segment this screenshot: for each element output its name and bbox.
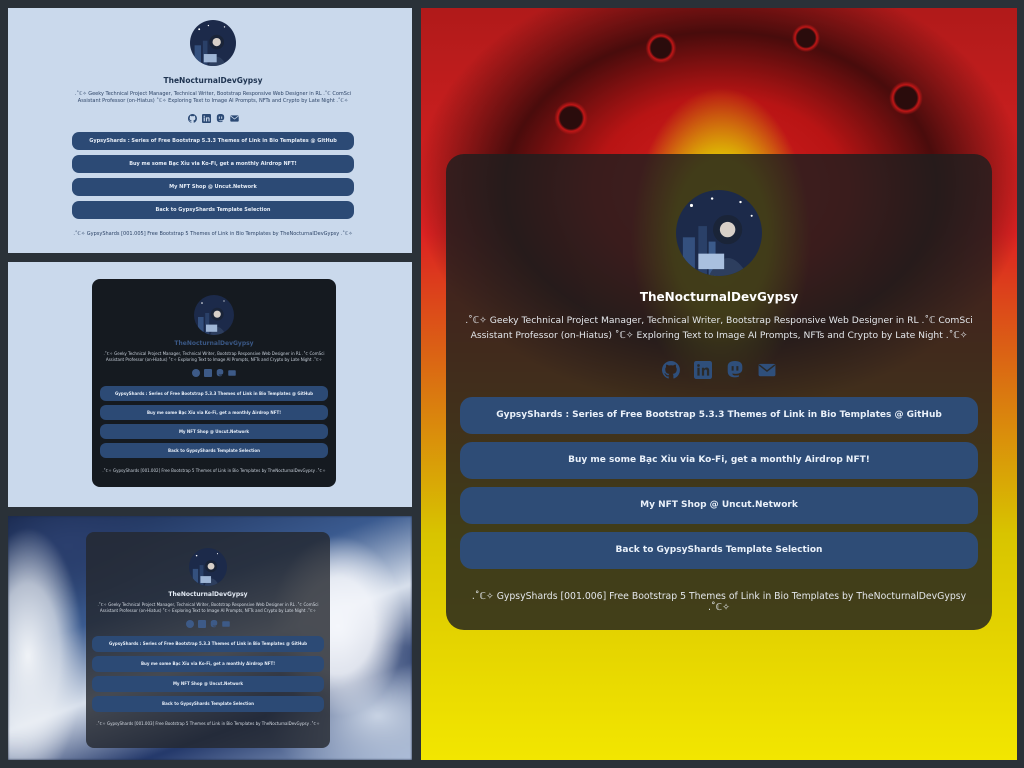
github-icon[interactable] <box>192 368 200 377</box>
profile-name: TheNocturnalDevGypsy <box>174 340 254 347</box>
nft-shop-button[interactable]: My NFT Shop @ Uncut.Network <box>460 487 978 525</box>
linkedin-icon[interactable] <box>198 619 206 628</box>
back-to-templates-button[interactable]: Back to GypsyShards Template Selection <box>460 532 978 570</box>
profile-bio: .˚ℂ✧ Geeky Technical Project Manager, Te… <box>74 91 352 105</box>
mastodon-icon[interactable] <box>216 113 225 123</box>
email-icon[interactable] <box>229 114 239 123</box>
avatar <box>189 548 227 586</box>
profile-card: TheNocturnalDevGypsy .˚ℂ✧ Geeky Technica… <box>446 154 992 630</box>
profile-bio: .˚ℂ✧ Geeky Technical Project Manager, Te… <box>465 315 973 341</box>
profile-name: TheNocturnalDevGypsy <box>168 591 248 598</box>
back-to-templates-button[interactable]: Back to GypsyShards Template Selection <box>92 695 324 712</box>
mastodon-icon[interactable] <box>216 368 224 377</box>
footer-text: .˚ℂ✧ GypsyShards [001.002] Free Bootstra… <box>102 467 326 473</box>
profile-bio: .˚ℂ✧ Geeky Technical Project Manager, Te… <box>103 351 325 362</box>
social-links <box>68 113 358 123</box>
back-to-templates-button[interactable]: Back to GypsyShards Template Selection <box>72 200 354 219</box>
email-icon[interactable] <box>758 361 776 379</box>
mastodon-icon[interactable] <box>210 619 218 628</box>
profile-card: TheNocturnalDevGypsy .˚ℂ✧ Geeky Technica… <box>68 20 358 237</box>
preview-wave-theme: TheNocturnalDevGypsy .˚ℂ✧ Geeky Technica… <box>8 516 412 760</box>
email-icon[interactable] <box>228 369 236 377</box>
profile-card: TheNocturnalDevGypsy .˚ℂ✧ Geeky Technica… <box>92 279 336 487</box>
github-templates-button[interactable]: GypsyShards : Series of Free Bootstrap 5… <box>92 635 324 652</box>
nft-shop-button[interactable]: My NFT Shop @ Uncut.Network <box>100 423 328 439</box>
kofi-button[interactable]: Buy me some Bạc Xỉu via Ko-Fi, get a mon… <box>100 404 328 420</box>
nft-shop-button[interactable]: My NFT Shop @ Uncut.Network <box>72 177 354 196</box>
linkedin-icon[interactable] <box>201 113 211 123</box>
preview-guitar-theme: TheNocturnalDevGypsy .˚ℂ✧ Geeky Technica… <box>421 8 1017 760</box>
footer-text: .˚ℂ✧ GypsyShards [001.003] Free Bootstra… <box>96 720 320 726</box>
nft-shop-button[interactable]: My NFT Shop @ Uncut.Network <box>92 675 324 692</box>
social-links <box>460 361 978 380</box>
back-to-templates-button[interactable]: Back to GypsyShards Template Selection <box>100 442 328 458</box>
kofi-button[interactable]: Buy me some Bạc Xỉu via Ko-Fi, get a mon… <box>460 442 978 480</box>
github-icon[interactable] <box>186 619 194 628</box>
preview-dark-card-theme: TheNocturnalDevGypsy .˚ℂ✧ Geeky Technica… <box>8 262 412 507</box>
footer-text: .˚ℂ✧ GypsyShards [001.006] Free Bootstra… <box>471 591 967 614</box>
mastodon-icon[interactable] <box>726 361 744 379</box>
avatar <box>676 190 762 276</box>
linkedin-icon[interactable] <box>204 368 212 377</box>
github-icon[interactable] <box>187 113 197 123</box>
github-templates-button[interactable]: GypsyShards : Series of Free Bootstrap 5… <box>100 385 328 401</box>
preview-light-theme: TheNocturnalDevGypsy .˚ℂ✧ Geeky Technica… <box>8 8 412 253</box>
github-icon[interactable] <box>662 361 680 379</box>
linkedin-icon[interactable] <box>694 361 712 380</box>
github-templates-button[interactable]: GypsyShards : Series of Free Bootstrap 5… <box>72 131 354 150</box>
email-icon[interactable] <box>222 620 230 628</box>
avatar <box>190 20 236 66</box>
kofi-button[interactable]: Buy me some Bạc Xỉu via Ko-Fi, get a mon… <box>72 154 354 173</box>
profile-name: TheNocturnalDevGypsy <box>163 76 263 85</box>
social-links <box>98 368 330 377</box>
profile-card: TheNocturnalDevGypsy .˚ℂ✧ Geeky Technica… <box>86 532 330 748</box>
profile-bio: .˚ℂ✧ Geeky Technical Project Manager, Te… <box>97 602 319 613</box>
github-templates-button[interactable]: GypsyShards : Series of Free Bootstrap 5… <box>460 397 978 435</box>
social-links <box>92 619 324 628</box>
profile-name: TheNocturnalDevGypsy <box>639 290 799 304</box>
avatar <box>194 295 234 335</box>
kofi-button[interactable]: Buy me some Bạc Xỉu via Ko-Fi, get a mon… <box>92 655 324 672</box>
footer-text: .˚ℂ✧ GypsyShards [001.005] Free Bootstra… <box>73 230 353 237</box>
